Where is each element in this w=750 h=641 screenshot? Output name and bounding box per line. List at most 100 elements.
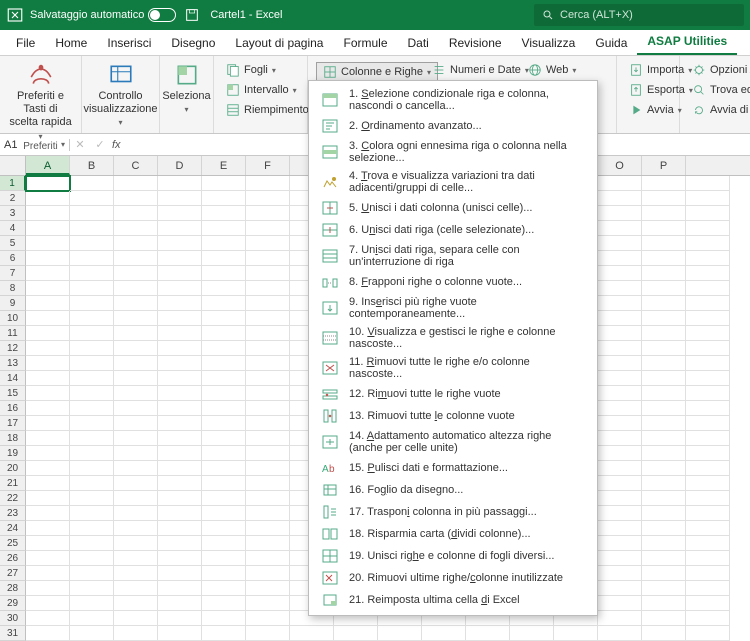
cell[interactable] bbox=[246, 581, 290, 596]
cell[interactable] bbox=[246, 206, 290, 221]
cell[interactable] bbox=[598, 446, 642, 461]
cell[interactable] bbox=[70, 401, 114, 416]
row-header[interactable]: 15 bbox=[0, 386, 26, 401]
menu-item-11[interactable]: 11. Rimuovi tutte le righe e/o colonne n… bbox=[309, 353, 597, 383]
cell[interactable] bbox=[26, 296, 70, 311]
cell[interactable] bbox=[598, 191, 642, 206]
cell[interactable] bbox=[246, 236, 290, 251]
cell[interactable] bbox=[686, 431, 730, 446]
cell[interactable] bbox=[114, 506, 158, 521]
cell[interactable] bbox=[510, 626, 554, 641]
cell[interactable] bbox=[70, 551, 114, 566]
cell[interactable] bbox=[598, 581, 642, 596]
cell[interactable] bbox=[114, 386, 158, 401]
cell[interactable] bbox=[158, 206, 202, 221]
cell[interactable] bbox=[70, 626, 114, 641]
cell[interactable] bbox=[642, 536, 686, 551]
cell[interactable] bbox=[114, 551, 158, 566]
tab-formule[interactable]: Formule bbox=[333, 32, 397, 55]
cell[interactable] bbox=[686, 416, 730, 431]
row-header[interactable]: 27 bbox=[0, 566, 26, 581]
cell[interactable] bbox=[158, 191, 202, 206]
menu-item-19[interactable]: 19. Unisci righe e colonne di fogli dive… bbox=[309, 545, 597, 567]
cell[interactable] bbox=[70, 491, 114, 506]
cell[interactable] bbox=[202, 566, 246, 581]
cell[interactable] bbox=[246, 176, 290, 191]
cell[interactable] bbox=[70, 266, 114, 281]
cell[interactable] bbox=[26, 356, 70, 371]
cell[interactable] bbox=[642, 281, 686, 296]
cell[interactable] bbox=[642, 446, 686, 461]
cell[interactable] bbox=[246, 251, 290, 266]
cell[interactable] bbox=[642, 176, 686, 191]
cell[interactable] bbox=[202, 251, 246, 266]
cell[interactable] bbox=[246, 281, 290, 296]
row-header[interactable]: 21 bbox=[0, 476, 26, 491]
fx-cancel[interactable]: ✕ bbox=[70, 138, 90, 151]
cell[interactable] bbox=[70, 431, 114, 446]
menu-item-4[interactable]: 4. Trova e visualizza variazioni tra dat… bbox=[309, 167, 597, 197]
menu-item-10[interactable]: 10. Visualizza e gestisci le righe e col… bbox=[309, 323, 597, 353]
cell[interactable] bbox=[70, 566, 114, 581]
cell[interactable] bbox=[158, 236, 202, 251]
cell[interactable] bbox=[158, 266, 202, 281]
cell[interactable] bbox=[26, 521, 70, 536]
options-button[interactable]: Opzioni ASA bbox=[688, 62, 750, 78]
cell[interactable] bbox=[686, 491, 730, 506]
cell[interactable] bbox=[26, 536, 70, 551]
cell[interactable] bbox=[642, 401, 686, 416]
tab-disegno[interactable]: Disegno bbox=[161, 32, 225, 55]
cell[interactable] bbox=[290, 626, 334, 641]
cell[interactable] bbox=[202, 401, 246, 416]
cell[interactable] bbox=[686, 596, 730, 611]
cell[interactable] bbox=[26, 281, 70, 296]
cell[interactable] bbox=[642, 476, 686, 491]
cell[interactable] bbox=[26, 326, 70, 341]
row-header[interactable]: 30 bbox=[0, 611, 26, 626]
cell[interactable] bbox=[70, 251, 114, 266]
col-header[interactable]: D bbox=[158, 156, 202, 175]
row-header[interactable]: 28 bbox=[0, 581, 26, 596]
cell[interactable] bbox=[598, 326, 642, 341]
cell[interactable] bbox=[26, 386, 70, 401]
cell[interactable] bbox=[202, 596, 246, 611]
cell[interactable] bbox=[158, 311, 202, 326]
cell[interactable] bbox=[26, 551, 70, 566]
cell[interactable] bbox=[246, 401, 290, 416]
cell[interactable] bbox=[246, 356, 290, 371]
cell[interactable] bbox=[246, 596, 290, 611]
cell[interactable] bbox=[246, 626, 290, 641]
cell[interactable] bbox=[598, 611, 642, 626]
cell[interactable] bbox=[642, 431, 686, 446]
cell[interactable] bbox=[334, 626, 378, 641]
menu-item-8[interactable]: 8. Frapponi righe o colonne vuote... bbox=[309, 271, 597, 293]
col-header[interactable]: C bbox=[114, 156, 158, 175]
cell[interactable] bbox=[202, 461, 246, 476]
cell[interactable] bbox=[70, 416, 114, 431]
cell[interactable] bbox=[246, 191, 290, 206]
numbers-dates-button[interactable]: Numeri e Date▾ bbox=[428, 62, 533, 78]
row-header[interactable]: 25 bbox=[0, 536, 26, 551]
save-icon[interactable] bbox=[184, 7, 200, 23]
cell[interactable] bbox=[598, 356, 642, 371]
cell[interactable] bbox=[202, 296, 246, 311]
cell[interactable] bbox=[70, 446, 114, 461]
row-header[interactable]: 22 bbox=[0, 491, 26, 506]
cell[interactable] bbox=[642, 416, 686, 431]
cell[interactable] bbox=[158, 506, 202, 521]
cell[interactable] bbox=[246, 461, 290, 476]
cell[interactable] bbox=[114, 566, 158, 581]
cell[interactable] bbox=[158, 596, 202, 611]
cell[interactable] bbox=[158, 461, 202, 476]
cell[interactable] bbox=[642, 251, 686, 266]
cell[interactable] bbox=[70, 206, 114, 221]
cell[interactable] bbox=[158, 626, 202, 641]
columns-rows-button[interactable]: Colonne e Righe▾ bbox=[316, 62, 438, 82]
cell[interactable] bbox=[598, 386, 642, 401]
cell[interactable] bbox=[70, 191, 114, 206]
row-header[interactable]: 1 bbox=[0, 176, 26, 191]
cell[interactable] bbox=[686, 626, 730, 641]
cell[interactable] bbox=[202, 236, 246, 251]
cell[interactable] bbox=[26, 371, 70, 386]
cell[interactable] bbox=[158, 356, 202, 371]
